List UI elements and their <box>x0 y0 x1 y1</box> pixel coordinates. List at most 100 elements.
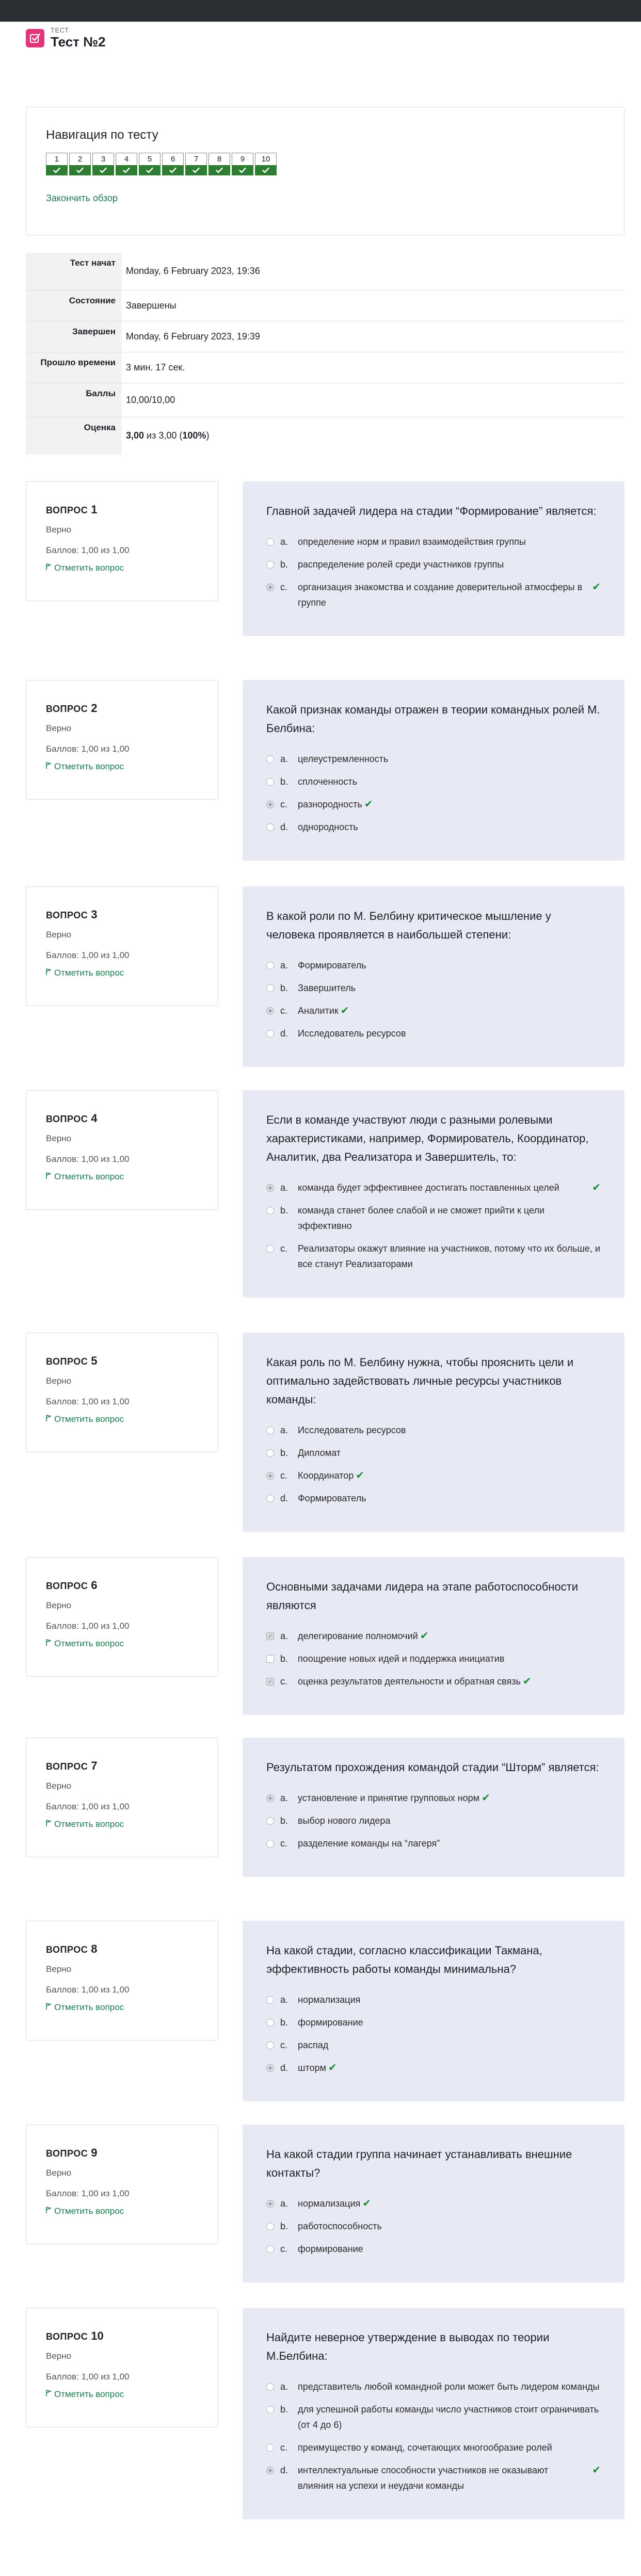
summary-label: Завершен <box>26 321 122 352</box>
answer-radio[interactable] <box>266 1495 274 1502</box>
answer-radio[interactable] <box>266 2245 274 2253</box>
correct-check-icon: ✔ <box>362 2198 372 2209</box>
answer-radio[interactable] <box>266 1245 274 1253</box>
question-number: Вопрос 8 <box>46 1942 198 1957</box>
nav-question-number: 2 <box>69 153 91 165</box>
answer-radio[interactable] <box>266 2042 274 2049</box>
answer-radio[interactable] <box>266 984 274 992</box>
answer-radio[interactable] <box>266 2406 274 2413</box>
nav-question-button[interactable]: 4 <box>116 153 137 175</box>
flag-question-link[interactable]: Отметить вопрос <box>46 1172 198 1182</box>
nav-question-button[interactable]: 9 <box>232 153 253 175</box>
answer-radio[interactable] <box>266 1472 274 1480</box>
summary-label: Тест начат <box>26 253 122 290</box>
summary-label: Прошло времени <box>26 352 122 383</box>
nav-question-button[interactable]: 10 <box>255 153 277 175</box>
answer-radio[interactable] <box>266 823 274 831</box>
answer-text: Исследователь ресурсов <box>298 1425 406 1435</box>
answer-radio[interactable] <box>266 755 274 763</box>
answer-radio[interactable] <box>266 2019 274 2027</box>
flag-question-link[interactable]: Отметить вопрос <box>46 1639 198 1649</box>
answer-radio[interactable] <box>266 1840 274 1848</box>
answer-radio[interactable] <box>266 1007 274 1015</box>
nav-question-button[interactable]: 3 <box>92 153 114 175</box>
summary-row-state: Состояние Завершены <box>26 290 624 321</box>
nav-question-button[interactable]: 1 <box>46 153 68 175</box>
question-number-value: 3 <box>91 908 98 921</box>
answer-letter: c. <box>280 1470 288 1481</box>
flag-question-link[interactable]: Отметить вопрос <box>46 1414 198 1424</box>
question-label: Вопрос <box>46 1945 88 1955</box>
answer-checkbox[interactable] <box>266 1655 274 1663</box>
answer-radio[interactable] <box>266 2200 274 2208</box>
question-number: Вопрос 1 <box>46 503 198 517</box>
question-state: Верно <box>46 1376 72 1386</box>
question-number: Вопрос 10 <box>46 2329 198 2344</box>
answer-radio[interactable] <box>266 962 274 969</box>
answer-text: Завершитель <box>298 983 356 993</box>
flag-icon <box>46 2206 52 2216</box>
nav-question-button[interactable]: 5 <box>139 153 161 175</box>
answer-option: a. Исследователь ресурсов <box>266 1422 601 1438</box>
nav-question-number: 10 <box>255 153 277 165</box>
answer-radio[interactable] <box>266 2223 274 2230</box>
question-number-value: 1 <box>91 503 98 516</box>
flag-icon <box>46 563 52 573</box>
answer-radio[interactable] <box>266 1427 274 1434</box>
answer-text: команда будет эффективнее достигать пост… <box>298 1182 559 1193</box>
flag-question-link[interactable]: Отметить вопрос <box>46 2206 198 2216</box>
answer-checkbox[interactable] <box>266 1674 274 1690</box>
flag-question-link[interactable]: Отметить вопрос <box>46 563 198 573</box>
flag-icon <box>46 762 52 772</box>
correct-check-icon <box>69 165 91 175</box>
answer-radio[interactable] <box>266 1207 274 1214</box>
answer-radio[interactable] <box>266 584 274 591</box>
nav-question-button[interactable]: 2 <box>69 153 91 175</box>
flag-question-link[interactable]: Отметить вопрос <box>46 1819 198 1829</box>
answer-radio[interactable] <box>266 1184 274 1192</box>
flag-question-link[interactable]: Отметить вопрос <box>46 2002 198 2013</box>
answer-radio[interactable] <box>266 2467 274 2474</box>
answer-radio[interactable] <box>266 561 274 569</box>
flag-question-link[interactable]: Отметить вопрос <box>46 968 198 978</box>
question-number-value: 7 <box>91 1759 98 1772</box>
nav-question-button[interactable]: 8 <box>209 153 230 175</box>
answer-radio[interactable] <box>266 1794 274 1802</box>
question-grade: Баллов: 1,00 из 1,00 <box>46 1154 130 1164</box>
answer-checkbox[interactable] <box>266 1629 274 1644</box>
page-header: ТЕСТ Тест №2 <box>26 25 106 52</box>
answer-radio[interactable] <box>266 2064 274 2072</box>
question-number: Вопрос 3 <box>46 908 198 922</box>
answer-text: установление и принятие групповых норм <box>298 1793 480 1803</box>
answer-radio[interactable] <box>266 2383 274 2391</box>
answer-option: d. Исследователь ресурсов <box>266 1026 601 1041</box>
answer-text: организация знакомства и создание довери… <box>298 582 583 608</box>
answer-option: b. выбор нового лидера <box>266 1813 601 1828</box>
answer-radio[interactable] <box>266 1817 274 1825</box>
flag-question-link[interactable]: Отметить вопрос <box>46 762 198 772</box>
question-number-value: 5 <box>91 1354 98 1367</box>
answer-letter: b. <box>280 1654 289 1664</box>
answer-option: c. Координатор ✔ <box>266 1468 601 1483</box>
answer-text: распад <box>298 2040 329 2050</box>
nav-question-button[interactable]: 6 <box>162 153 184 175</box>
answer-radio[interactable] <box>266 2444 274 2452</box>
answer-radio[interactable] <box>266 1030 274 1038</box>
finish-review-link[interactable]: Закончить обзор <box>46 193 118 204</box>
question-info: Вопрос 4 Верно Баллов: 1,00 из 1,00 Отметить… <box>26 1090 218 1210</box>
answer-radio[interactable] <box>266 801 274 808</box>
flag-question-link[interactable]: Отметить вопрос <box>46 2389 198 2400</box>
answer-option: c. Реализаторы окажут влияние на участник… <box>266 1241 601 1272</box>
answer-letter: b. <box>280 776 289 787</box>
answer-text: формирование <box>298 2244 363 2254</box>
nav-question-button[interactable]: 7 <box>185 153 207 175</box>
question-state: Верно <box>46 1781 72 1791</box>
answer-radio[interactable] <box>266 778 274 786</box>
answer-list: a. Исследователь ресурсов b. Дипломат c. Коор… <box>266 1422 601 1506</box>
answer-radio[interactable] <box>266 1996 274 2004</box>
question-content: Если в команде участвуют люди с разными … <box>243 1090 624 1298</box>
question-label: Вопрос <box>46 1761 88 1772</box>
answer-radio[interactable] <box>266 538 274 546</box>
correct-check-icon <box>46 165 68 175</box>
answer-radio[interactable] <box>266 1449 274 1457</box>
